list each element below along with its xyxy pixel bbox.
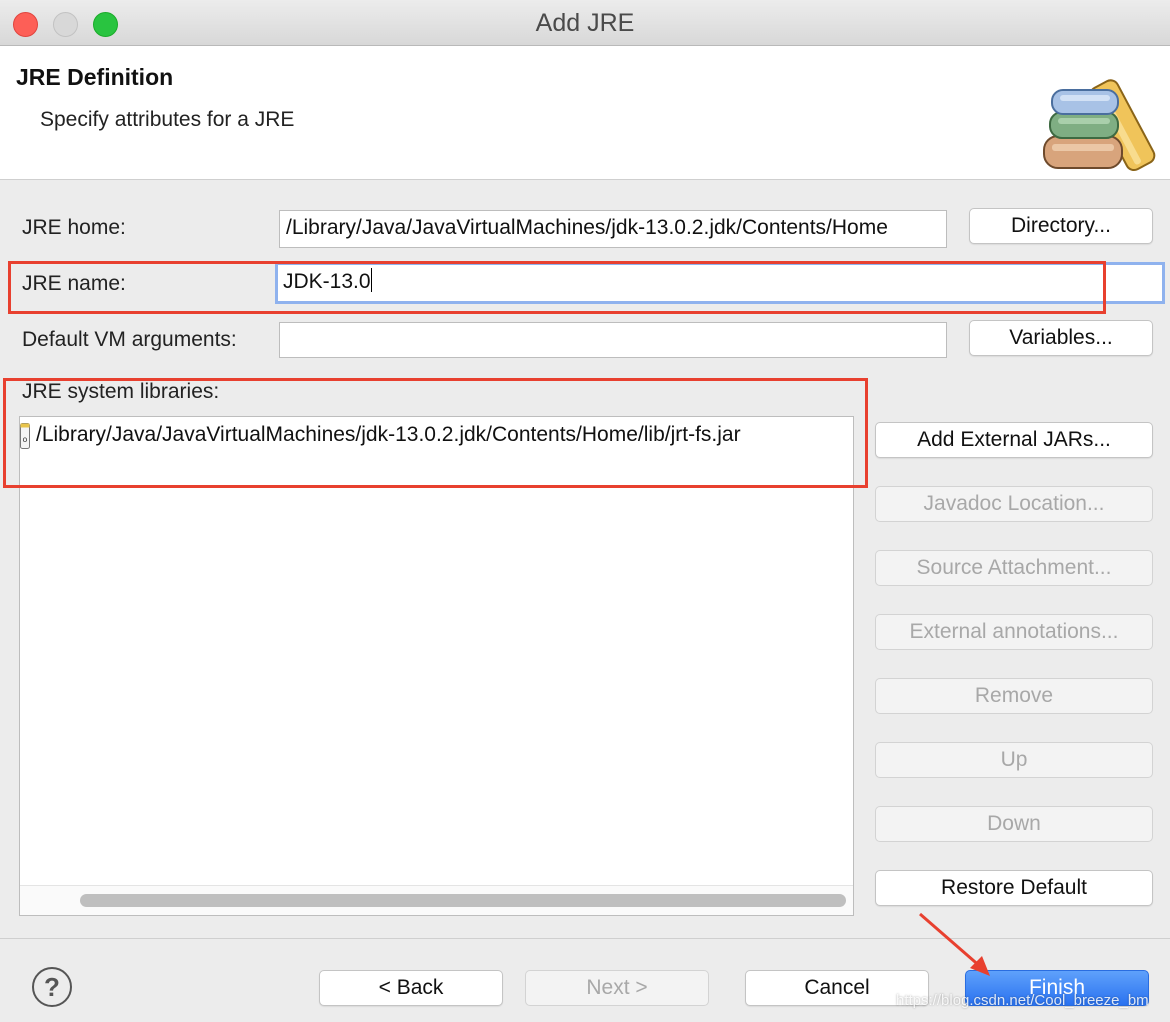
- books-library-icon: [1043, 79, 1156, 172]
- help-button[interactable]: ?: [32, 967, 72, 1007]
- javadoc-location-button[interactable]: Javadoc Location...: [875, 486, 1153, 522]
- jre-name-label: JRE name:: [22, 272, 126, 295]
- remove-button[interactable]: Remove: [875, 678, 1153, 714]
- page-title: JRE Definition: [16, 64, 174, 90]
- jar-file-icon: o: [20, 423, 30, 449]
- scrollbar-thumb[interactable]: [80, 894, 846, 907]
- add-external-jars-button[interactable]: Add External JARs...: [875, 422, 1153, 458]
- down-button[interactable]: Down: [875, 806, 1153, 842]
- directory-button[interactable]: Directory...: [969, 208, 1153, 244]
- source-attachment-button[interactable]: Source Attachment...: [875, 550, 1153, 586]
- horizontal-scrollbar[interactable]: [20, 885, 853, 915]
- back-button[interactable]: < Back: [319, 970, 503, 1006]
- text-caret: [370, 268, 372, 292]
- title-bar: Add JRE: [0, 0, 1170, 46]
- external-annotations-button[interactable]: External annotations...: [875, 614, 1153, 650]
- vm-arguments-input[interactable]: [279, 322, 947, 358]
- page-description: Specify attributes for a JRE: [40, 108, 295, 131]
- system-libraries-list[interactable]: o /Library/Java/JavaVirtualMachines/jdk-…: [19, 416, 854, 916]
- system-libraries-label: JRE system libraries:: [22, 380, 220, 403]
- vm-arguments-label: Default VM arguments:: [22, 328, 237, 351]
- jre-home-label: JRE home:: [22, 216, 126, 239]
- list-item[interactable]: o /Library/Java/JavaVirtualMachines/jdk-…: [20, 421, 853, 451]
- watermark-text: https://blog.csdn.net/Cool_breeze_bm: [896, 992, 1149, 1009]
- next-button[interactable]: Next >: [525, 970, 709, 1006]
- jre-home-input[interactable]: /Library/Java/JavaVirtualMachines/jdk-13…: [279, 210, 947, 248]
- up-button[interactable]: Up: [875, 742, 1153, 778]
- library-path: /Library/Java/JavaVirtualMachines/jdk-13…: [36, 423, 741, 446]
- jre-name-input[interactable]: JDK-13.0: [275, 262, 1165, 304]
- annotation-arrow-icon: [919, 912, 990, 976]
- variables-button[interactable]: Variables...: [969, 320, 1153, 356]
- wizard-header: JRE Definition Specify attributes for a …: [0, 46, 1170, 180]
- restore-default-button[interactable]: Restore Default: [875, 870, 1153, 906]
- svg-text:o: o: [23, 435, 28, 444]
- window-title: Add JRE: [535, 9, 635, 37]
- jre-name-value: JDK-13.0: [283, 270, 371, 293]
